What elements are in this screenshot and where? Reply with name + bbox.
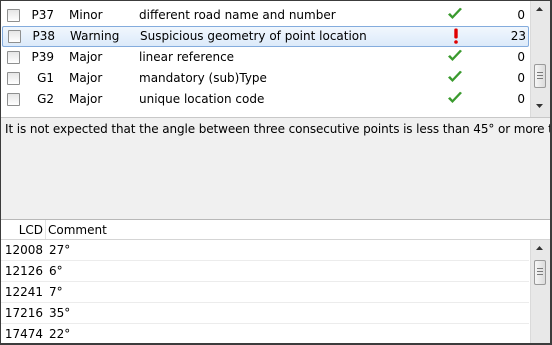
rule-count: 0 [517, 92, 525, 106]
rule-description-text: Suspicious geometry of point location [140, 29, 367, 43]
scroll-up-icon[interactable] [531, 240, 548, 256]
rule-code: P38 [32, 29, 55, 43]
rule-description: It is not expected that the angle betwee… [5, 122, 550, 136]
rule-severity: Major [69, 50, 103, 64]
cell-comment: 35° [49, 306, 71, 320]
rule-row-p37[interactable]: P37 Minor different road name and number 0 [1, 5, 530, 26]
rule-description-text: linear reference [139, 50, 235, 64]
rule-code: G2 [37, 92, 54, 106]
rule-row-p38[interactable]: P38 Warning Suspicious geometry of point l… [2, 26, 529, 47]
cell-comment: 27° [49, 243, 71, 257]
rule-severity: Major [69, 71, 103, 85]
rule-checkbox[interactable] [7, 9, 20, 22]
cell-comment: 7° [49, 285, 63, 299]
column-header-lcd[interactable]: LCD [1, 223, 43, 237]
cell-lcd: 12126 [4, 264, 43, 278]
cell-lcd: 12241 [4, 285, 43, 299]
rule-severity: Major [69, 92, 103, 106]
rule-checkbox[interactable] [7, 51, 20, 64]
table-row[interactable]: 12126 6° [1, 261, 529, 282]
table-header: LCD Comment [1, 220, 550, 240]
cell-lcd: 12008 [4, 243, 43, 257]
checkmark-icon [447, 91, 467, 107]
rule-code: P37 [31, 8, 54, 22]
rule-checkbox[interactable] [8, 30, 21, 43]
cell-lcd: 17216 [4, 306, 43, 320]
rule-count: 0 [517, 71, 525, 85]
checkmark-icon [447, 49, 467, 65]
rule-count: 0 [517, 8, 525, 22]
rule-code: P39 [31, 50, 54, 64]
cell-lcd: 17474 [4, 327, 43, 341]
details-table: LCD Comment 12008 27° 12126 6° 12241 7° 17216 3… [1, 219, 550, 343]
scroll-thumb[interactable] [534, 260, 546, 285]
rule-code: G1 [37, 71, 54, 85]
rules-scrollbar[interactable] [530, 1, 550, 117]
rule-count: 0 [517, 50, 525, 64]
rule-count: 23 [510, 29, 526, 43]
rule-severity: Minor [69, 8, 103, 22]
checkmark-icon [447, 7, 467, 23]
checkmark-icon [447, 70, 467, 86]
rule-description-text: unique location code [139, 92, 265, 106]
table-row[interactable]: 17474 22° [1, 324, 529, 343]
table-row[interactable]: 12008 27° [1, 240, 529, 261]
rule-description-text: mandatory (sub)Type [139, 71, 267, 85]
quality-check-panel: P37 Minor different road name and number 0 P… [1, 1, 550, 343]
details-scrollbar[interactable] [530, 240, 550, 343]
rule-severity: Warning [70, 29, 120, 43]
rule-row-p39[interactable]: P39 Major linear reference 0 [1, 47, 530, 68]
scroll-thumb[interactable] [534, 64, 546, 88]
column-header-comment[interactable]: Comment [48, 223, 107, 237]
scroll-down-icon[interactable] [531, 98, 548, 114]
table-row[interactable]: 17216 35° [1, 303, 529, 324]
rule-checkbox[interactable] [7, 72, 20, 85]
scroll-up-icon[interactable] [531, 1, 548, 17]
rule-description-text: different road name and number [139, 8, 336, 22]
rule-row-g1[interactable]: G1 Major mandatory (sub)Type 0 [1, 68, 530, 89]
cell-comment: 6° [49, 264, 63, 278]
cell-comment: 22° [49, 327, 71, 341]
table-row[interactable]: 12241 7° [1, 282, 529, 303]
rules-list: P37 Minor different road name and number 0 P… [1, 1, 550, 118]
exclamation-icon [448, 28, 468, 44]
rule-row-g2[interactable]: G2 Major unique location code 0 [1, 89, 530, 110]
rule-checkbox[interactable] [7, 93, 20, 106]
column-divider[interactable] [45, 220, 46, 239]
